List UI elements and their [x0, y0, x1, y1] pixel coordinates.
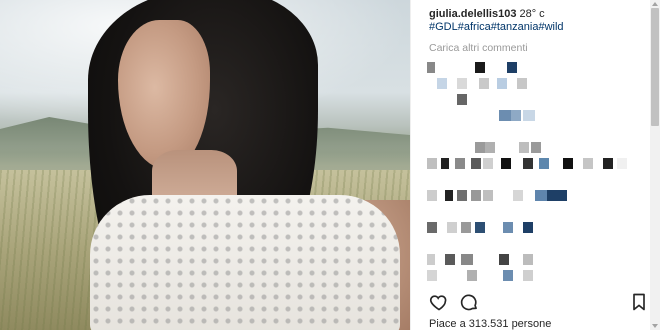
pixel-block — [531, 142, 541, 153]
comments-panel: giulia.delellis103 28° c #GDL#africa#tan… — [410, 0, 650, 330]
pixel-block — [583, 158, 593, 169]
likes-count[interactable]: Piace a 313.531 persone — [429, 318, 551, 330]
pixelated-comment — [427, 238, 637, 249]
pixel-block — [471, 158, 481, 169]
pixel-block — [461, 254, 473, 265]
pixel-block — [475, 62, 485, 73]
post-actions — [429, 292, 647, 312]
pixelated-comment — [427, 190, 637, 201]
pixelated-comment — [427, 142, 637, 153]
pixel-block — [437, 78, 447, 89]
pixel-block — [457, 78, 467, 89]
pixelated-comment — [427, 206, 637, 217]
pixelated-comment — [427, 110, 637, 121]
pixel-block — [455, 158, 465, 169]
pixel-block — [535, 190, 547, 201]
pixel-block — [523, 110, 535, 121]
pixel-block — [617, 158, 627, 169]
pixelated-comment — [427, 222, 637, 233]
scroll-down-arrow-icon[interactable] — [652, 324, 658, 328]
pixel-block — [483, 190, 493, 201]
pixel-block — [441, 158, 449, 169]
pixel-block — [511, 110, 521, 121]
scroll-thumb[interactable] — [651, 8, 659, 126]
pixel-block — [523, 222, 533, 233]
pixel-block — [427, 254, 435, 265]
pixel-block — [427, 222, 437, 233]
pixelated-comment — [427, 158, 637, 169]
post-photo[interactable] — [0, 0, 410, 330]
pixel-block — [457, 190, 467, 201]
pixel-block — [479, 78, 489, 89]
pixel-block — [445, 190, 453, 201]
scroll-up-arrow-icon[interactable] — [652, 2, 658, 6]
pixel-block — [427, 158, 437, 169]
pixelated-comment — [427, 126, 637, 137]
photo-lace-top — [90, 195, 400, 330]
pixel-block — [503, 222, 513, 233]
post-caption: giulia.delellis103 28° c #GDL#africa#tan… — [429, 8, 649, 34]
scrollbar[interactable] — [650, 0, 660, 330]
pixel-block — [483, 158, 493, 169]
load-more-comments-link[interactable]: Carica altri commenti — [429, 42, 528, 54]
pixel-block — [427, 62, 435, 73]
pixel-block — [475, 222, 485, 233]
pixel-block — [499, 110, 511, 121]
pixel-block — [547, 190, 567, 201]
pixel-block — [503, 270, 513, 281]
pixel-block — [457, 94, 467, 105]
pixelated-comment — [427, 78, 637, 89]
caption-username[interactable]: giulia.delellis103 — [429, 8, 516, 20]
comment-icon[interactable] — [459, 292, 479, 312]
bookmark-icon[interactable] — [629, 292, 649, 312]
pixel-block — [603, 158, 613, 169]
pixel-block — [499, 254, 509, 265]
pixel-block — [523, 254, 533, 265]
pixelated-comment — [427, 62, 637, 73]
caption-text: 28° c — [516, 8, 545, 20]
pixel-block — [475, 142, 485, 153]
pixelated-comment — [427, 174, 637, 185]
pixel-block — [523, 158, 533, 169]
pixel-block — [563, 158, 573, 169]
pixel-block — [461, 222, 471, 233]
pixel-block — [523, 270, 533, 281]
pixel-block — [427, 270, 437, 281]
pixel-block — [497, 78, 507, 89]
pixelated-comment — [427, 270, 637, 281]
pixel-block — [519, 142, 529, 153]
pixel-block — [517, 78, 527, 89]
caption-hashtags[interactable]: #GDL#africa#tanzania#wild — [429, 21, 564, 33]
pixel-block — [501, 158, 511, 169]
heart-icon[interactable] — [429, 292, 449, 312]
pixel-block — [467, 270, 477, 281]
pixel-block — [471, 190, 481, 201]
pixelated-comment — [427, 254, 637, 265]
pixel-block — [513, 190, 523, 201]
pixel-block — [427, 190, 437, 201]
pixel-block — [539, 158, 549, 169]
pixelated-comment — [427, 94, 637, 105]
pixel-block — [447, 222, 457, 233]
pixel-block — [485, 142, 495, 153]
pixel-block — [507, 62, 517, 73]
pixel-block — [445, 254, 455, 265]
